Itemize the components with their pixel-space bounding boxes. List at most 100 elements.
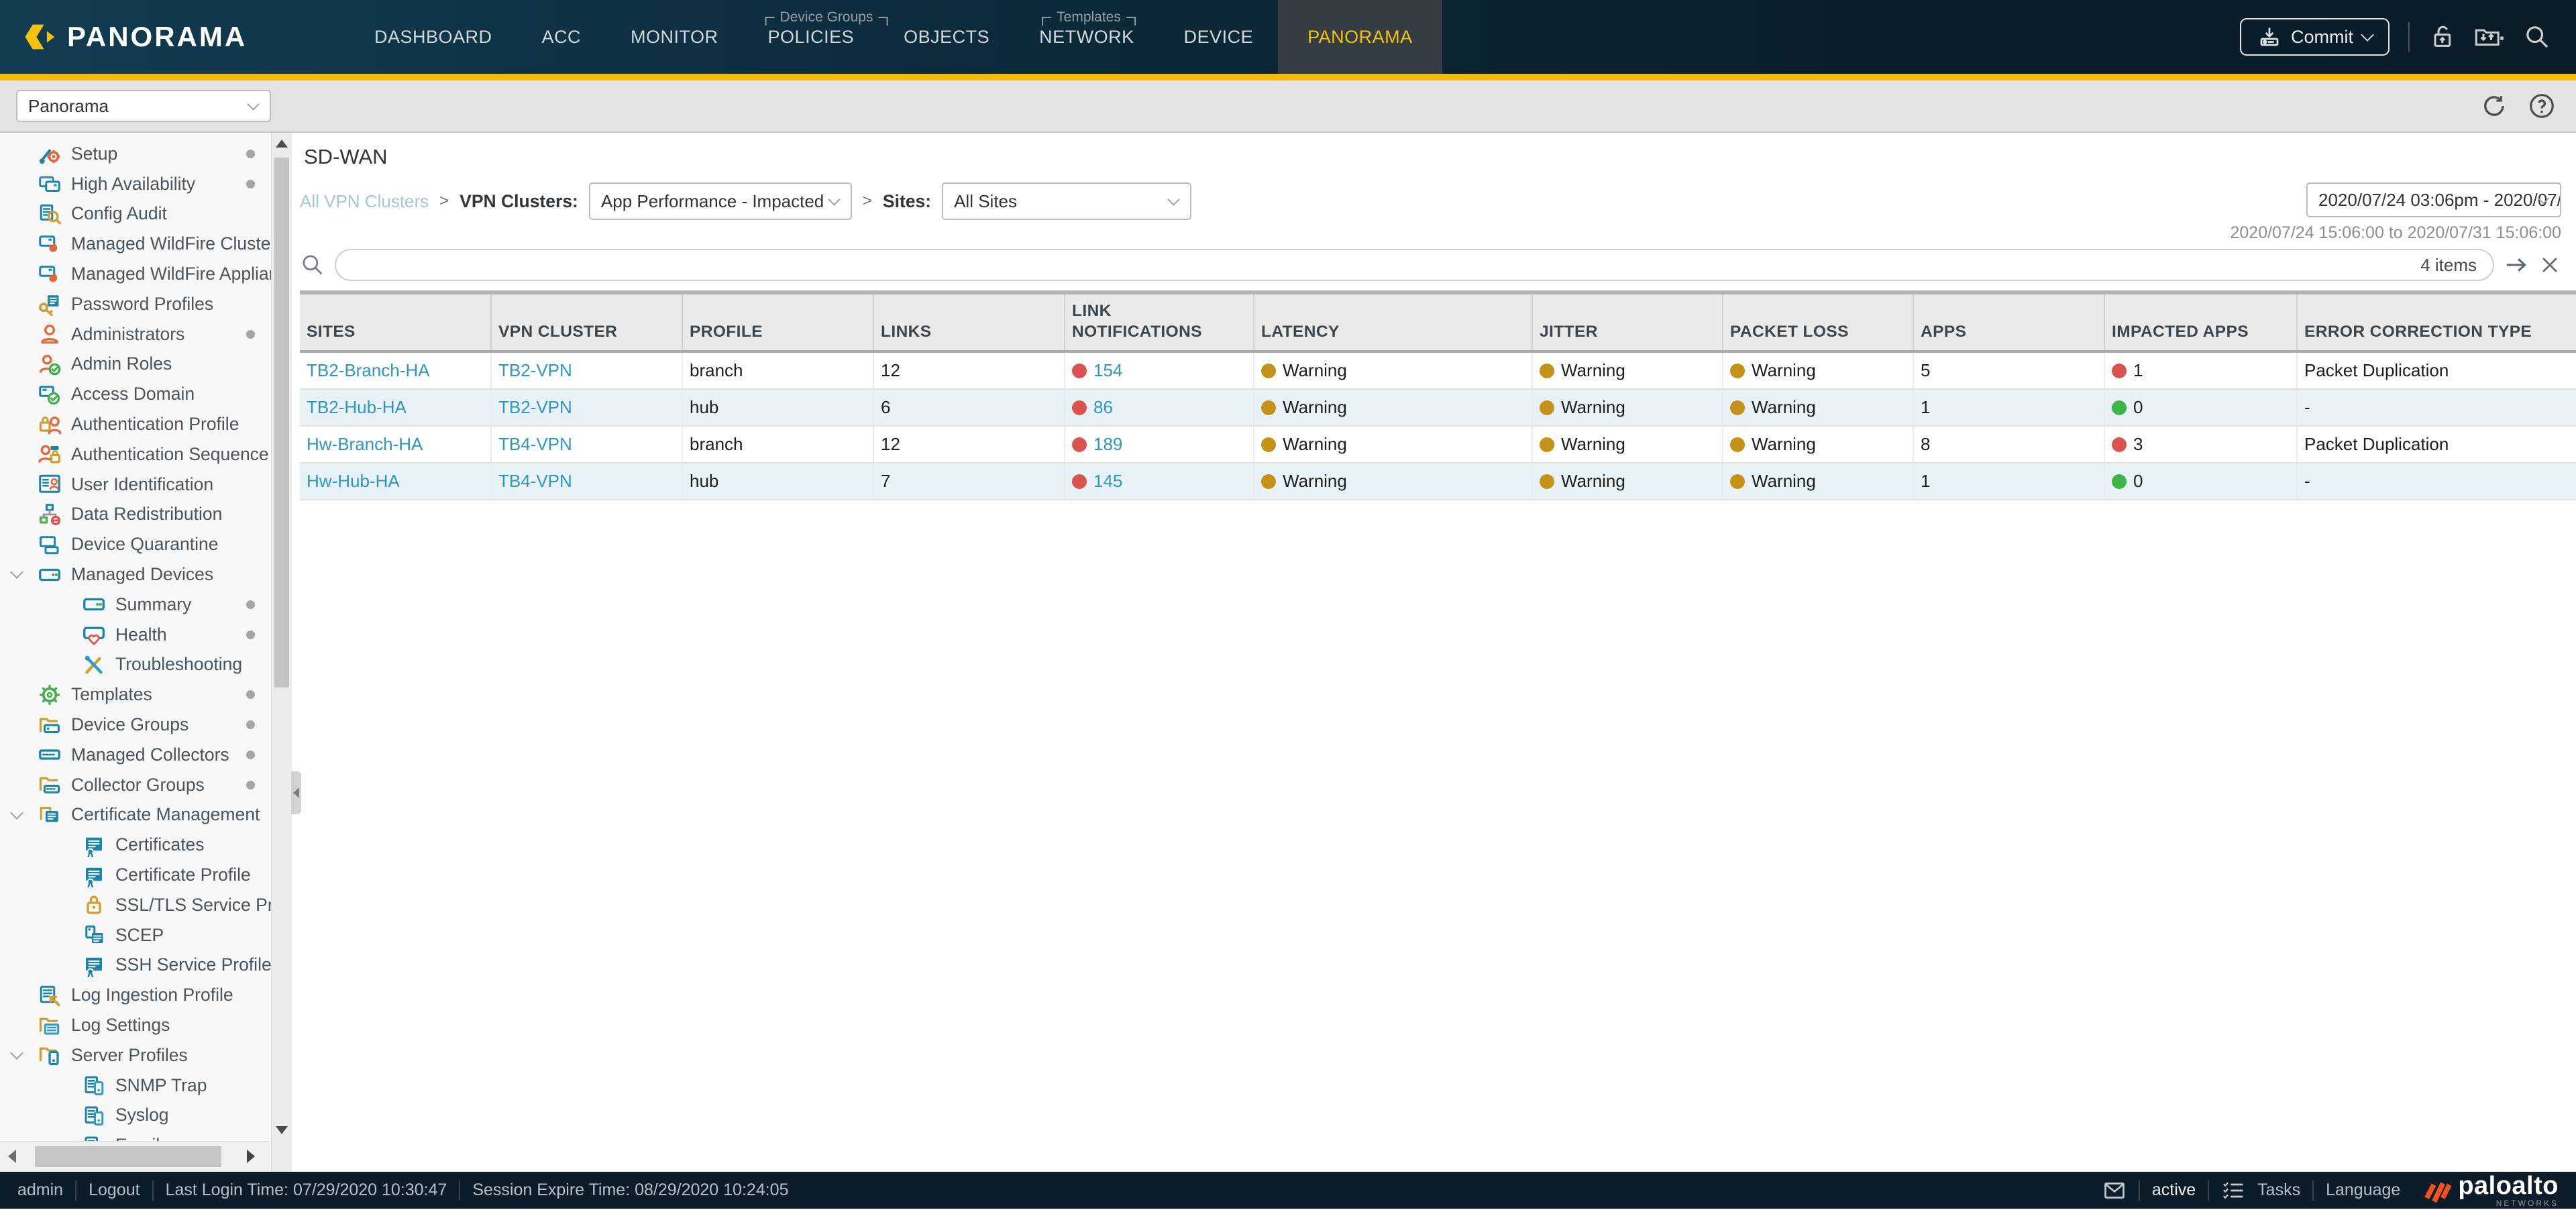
chevron-down-icon[interactable] (10, 806, 23, 820)
nav-tab-dashboard[interactable]: DASHBOARD (350, 0, 517, 74)
scroll-down-icon[interactable] (276, 1126, 288, 1134)
config-lock-button[interactable] (2428, 23, 2455, 50)
sidebar-item-log-settings[interactable]: Log Settings (0, 1010, 271, 1040)
sidebar-item-log-ingestion-profile[interactable]: Log Ingestion Profile (0, 980, 271, 1010)
scroll-right-icon[interactable] (247, 1150, 255, 1163)
column-header-link-notifications[interactable]: LINK NOTIFICATIONS (1065, 292, 1254, 351)
sidebar-item-high-availability[interactable]: High Availability (0, 169, 271, 199)
sidebar-item-summary[interactable]: Summary (0, 590, 271, 620)
nav-tab-objects[interactable]: OBJECTS (879, 0, 1014, 74)
sidebar-item-managed-wildfire-appliances[interactable]: Managed WildFire Appliances (0, 259, 271, 289)
cell-links: 6 (873, 389, 1065, 426)
sidebar-item-user-identification[interactable]: User Identification (0, 470, 271, 500)
sidebar-item-password-profiles[interactable]: Password Profiles (0, 289, 271, 319)
cell-link[interactable]: TB2-VPN (498, 397, 572, 417)
cell-link[interactable]: Hw-Branch-HA (307, 434, 423, 454)
sidebar-item-managed-wildfire-clusters[interactable]: Managed WildFire Clusters (0, 229, 271, 259)
column-header-apps[interactable]: APPS (1913, 292, 2104, 351)
sidebar-item-device-quarantine[interactable]: Device Quarantine (0, 529, 271, 559)
sites-select[interactable]: All Sites (942, 182, 1191, 220)
commit-button[interactable]: Commit (2240, 18, 2390, 56)
search-input[interactable]: 4 items (335, 249, 2494, 281)
vpn-clusters-select[interactable]: App Performance - Impacted (589, 182, 852, 220)
sidebar-item-collector-groups[interactable]: Collector Groups (0, 770, 271, 800)
cell-link[interactable]: 86 (1093, 397, 1113, 417)
column-header-latency[interactable]: LATENCY (1254, 292, 1532, 351)
nav-tab-monitor[interactable]: MONITOR (606, 0, 743, 74)
sidebar-item-ssh-service-profile[interactable]: SSH Service Profile (0, 950, 271, 981)
sidebar-item-troubleshooting[interactable]: Troubleshooting (0, 650, 271, 680)
apply-filter-arrow-icon[interactable] (2504, 252, 2529, 278)
vertical-scroll-thumb[interactable] (274, 158, 289, 688)
cell-link[interactable]: 145 (1093, 471, 1122, 491)
sidebar-item-access-domain[interactable]: Access Domain (0, 379, 271, 409)
sidebar-item-managed-devices[interactable]: Managed Devices (0, 559, 271, 590)
sidebar-item-config-audit[interactable]: Config Audit (0, 199, 271, 229)
scroll-left-icon[interactable] (8, 1150, 16, 1163)
sidebar-item-certificates[interactable]: Certificates (0, 830, 271, 860)
column-header-packet-loss[interactable]: PACKET LOSS (1723, 292, 1913, 351)
sidebar-item-authentication-profile[interactable]: Authentication Profile (0, 409, 271, 439)
sidebar-collapse-handle[interactable] (291, 771, 301, 814)
cell-text: - (2304, 397, 2310, 417)
column-header-sites[interactable]: SITES (300, 292, 491, 351)
sidebar-item-scep[interactable]: SCEP (0, 920, 271, 950)
chevron-down-icon[interactable] (10, 1046, 23, 1060)
sidebar-item-server-profiles[interactable]: Server Profiles (0, 1040, 271, 1070)
sidebar-item-certificate-management[interactable]: Certificate Management (0, 800, 271, 830)
cell-link[interactable]: Hw-Hub-HA (307, 471, 400, 491)
scroll-up-icon[interactable] (276, 140, 288, 148)
clear-filter-icon[interactable] (2538, 254, 2561, 276)
sidebar-item-device-groups[interactable]: Device Groups (0, 710, 271, 740)
cell-vpn-cluster: TB4-VPN (491, 463, 682, 500)
sidebar-item-certificate-profile[interactable]: Certificate Profile (0, 860, 271, 890)
sidebar-item-admin-roles[interactable]: Admin Roles (0, 349, 271, 380)
sidebar-item-syslog[interactable]: Syslog (0, 1101, 271, 1131)
sidebar-item-ssl-tls-service-profile[interactable]: SSL/TLS Service Profile (0, 890, 271, 920)
sidebar-item-data-redistribution[interactable]: Data Redistribution (0, 500, 271, 530)
cell-link[interactable]: TB4-VPN (498, 471, 572, 491)
help-icon[interactable] (2528, 92, 2556, 120)
global-search-button[interactable] (2524, 23, 2551, 50)
column-header-profile[interactable]: PROFILE (682, 292, 873, 351)
sidebar-item-templates[interactable]: Templates (0, 679, 271, 710)
divider (459, 1180, 460, 1201)
context-selector[interactable]: Panorama (16, 90, 271, 122)
cell-link[interactable]: TB2-Hub-HA (307, 397, 407, 417)
nav-tab-panorama[interactable]: PANORAMA (1278, 0, 1442, 74)
sidebar-item-snmp-trap[interactable]: SNMP Trap (0, 1070, 271, 1101)
column-header-vpn-cluster[interactable]: VPN CLUSTER (491, 292, 682, 351)
chevron-down-icon[interactable] (10, 565, 23, 579)
date-range-select[interactable]: 2020/07/24 03:06pm - 2020/07/31 03:06pm (2306, 182, 2561, 217)
nav-tab-device[interactable]: DEVICE (1159, 0, 1279, 74)
sidebar-item-authentication-sequence[interactable]: Authentication Sequence (0, 439, 271, 470)
cell-link[interactable]: 189 (1093, 434, 1122, 454)
column-header-jitter[interactable]: JITTER (1532, 292, 1723, 351)
refresh-icon[interactable] (2479, 92, 2508, 120)
sidebar-item-setup[interactable]: Setup (0, 139, 271, 169)
sidebar-horizontal-scrollbar[interactable] (0, 1141, 271, 1172)
horizontal-scroll-thumb[interactable] (35, 1146, 221, 1167)
cell-link[interactable]: 154 (1093, 360, 1122, 380)
column-header-links[interactable]: LINKS (873, 292, 1065, 351)
column-header-impacted-apps[interactable]: IMPACTED APPS (2104, 292, 2297, 351)
language-link[interactable]: Language (2326, 1180, 2400, 1200)
messages-envelope-icon[interactable] (2102, 1178, 2127, 1203)
sidebar-vertical-scrollbar[interactable] (271, 133, 292, 1172)
cell-link[interactable]: TB2-VPN (498, 360, 572, 380)
breadcrumb-all-vpn-clusters[interactable]: All VPN Clusters (300, 191, 429, 212)
cell-link[interactable]: TB4-VPN (498, 434, 572, 454)
tasks-link[interactable]: Tasks (2257, 1180, 2300, 1200)
logout-link[interactable]: Logout (89, 1180, 140, 1200)
cell-link[interactable]: TB2-Branch-HA (307, 360, 430, 380)
top-navigation-bar: PANORAMA DASHBOARDACCMONITORPOLICIESOBJE… (0, 0, 2576, 74)
sidebar-item-label: SSH Service Profile (115, 954, 271, 975)
tasks-checklist-icon[interactable] (2221, 1178, 2245, 1203)
sidebar-item-administrators[interactable]: Administrators (0, 319, 271, 349)
nav-tab-acc[interactable]: ACC (517, 0, 606, 74)
sidebar-item-health[interactable]: Health (0, 620, 271, 650)
sidebar-item-managed-collectors[interactable]: Managed Collectors (0, 740, 271, 770)
status-dot (246, 720, 255, 729)
column-header-error-correction-type[interactable]: ERROR CORRECTION TYPE (2297, 292, 2576, 351)
check-in-out-button[interactable] (2474, 23, 2505, 50)
